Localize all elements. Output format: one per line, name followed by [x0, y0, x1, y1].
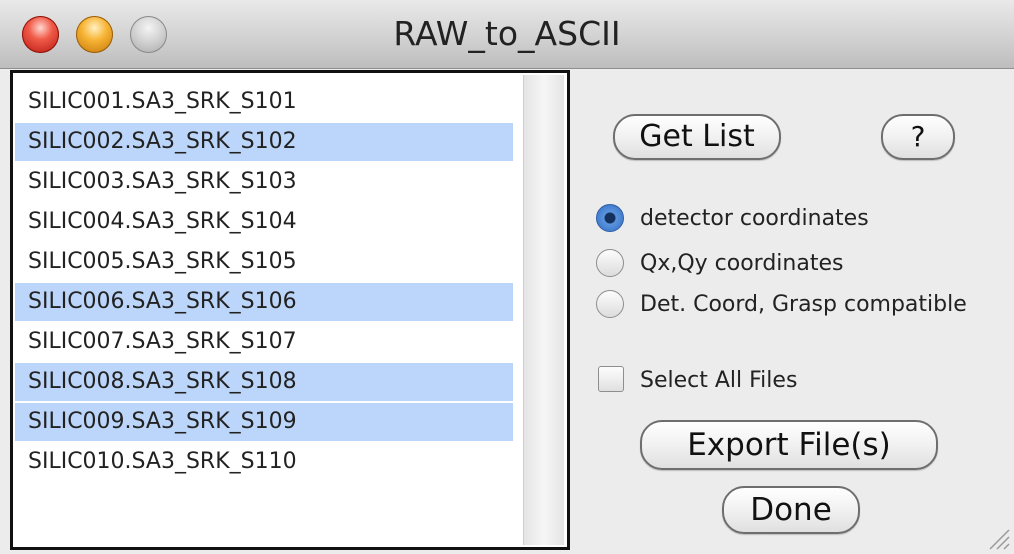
radio-label[interactable]: detector coordinates — [640, 206, 869, 231]
radio-grasp-compatible[interactable] — [596, 290, 624, 318]
resize-grip-icon[interactable] — [986, 526, 1010, 550]
radio-qxqy-coordinates[interactable] — [596, 249, 624, 277]
file-list-item[interactable]: SILIC001.SA3_SRK_S101 — [15, 83, 513, 121]
file-list-item[interactable]: SILIC003.SA3_SRK_S103 — [15, 163, 513, 201]
title-bar[interactable]: RAW_to_ASCII — [0, 0, 1014, 69]
file-list-items: SILIC001.SA3_SRK_S101 SILIC002.SA3_SRK_S… — [15, 75, 519, 545]
file-list-item[interactable]: SILIC008.SA3_SRK_S108 — [15, 363, 513, 401]
app-window: RAW_to_ASCII SILIC001.SA3_SRK_S101 SILIC… — [0, 0, 1014, 554]
file-list-item[interactable]: SILIC006.SA3_SRK_S106 — [15, 283, 513, 321]
window-title: RAW_to_ASCII — [393, 14, 621, 53]
radio-label[interactable]: Det. Coord, Grasp compatible — [640, 292, 967, 317]
radio-detector-coordinates[interactable] — [596, 204, 624, 232]
select-all-label[interactable]: Select All Files — [640, 368, 797, 393]
file-list-item[interactable]: SILIC007.SA3_SRK_S107 — [15, 323, 513, 361]
file-list-item[interactable]: SILIC009.SA3_SRK_S109 — [15, 403, 513, 441]
help-button[interactable]: ? — [881, 114, 955, 160]
file-list-item[interactable]: SILIC010.SA3_SRK_S110 — [15, 443, 513, 481]
export-files-button[interactable]: Export File(s) — [640, 420, 938, 470]
radio-label[interactable]: Qx,Qy coordinates — [640, 251, 843, 276]
get-list-button[interactable]: Get List — [613, 114, 781, 160]
file-list-item[interactable]: SILIC004.SA3_SRK_S104 — [15, 203, 513, 241]
done-button[interactable]: Done — [722, 486, 860, 534]
file-list-item[interactable]: SILIC002.SA3_SRK_S102 — [15, 123, 513, 161]
select-all-checkbox[interactable] — [598, 366, 624, 392]
file-list-item[interactable]: SILIC005.SA3_SRK_S105 — [15, 243, 513, 281]
file-list[interactable]: SILIC001.SA3_SRK_S101 SILIC002.SA3_SRK_S… — [10, 70, 570, 550]
file-list-scrollbar[interactable] — [523, 75, 564, 545]
